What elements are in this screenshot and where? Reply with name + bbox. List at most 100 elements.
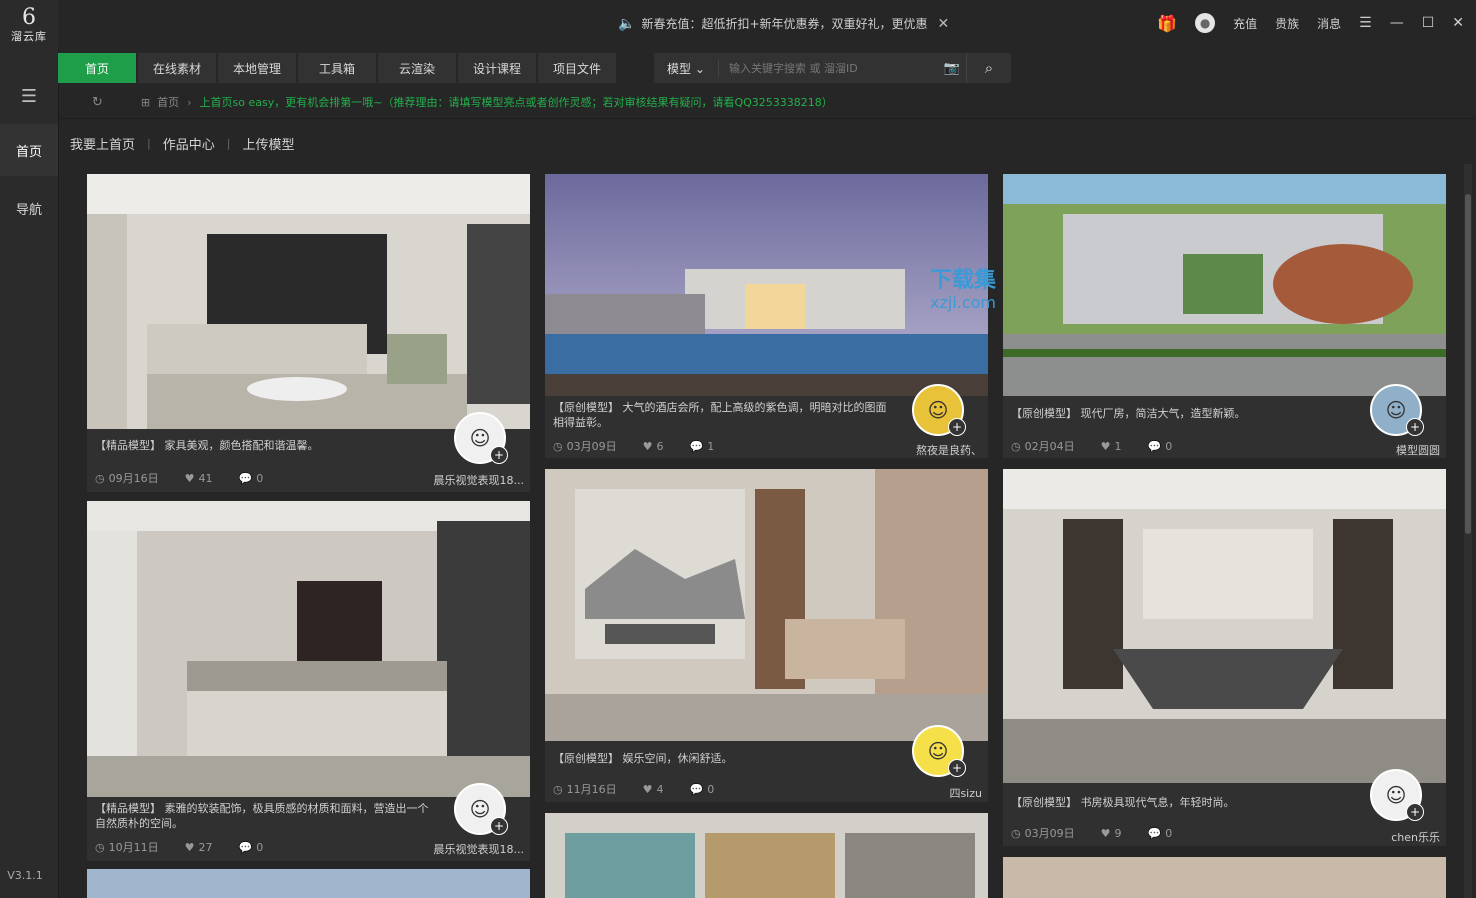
tab-cloud-render[interactable]: 云渲染 xyxy=(378,53,456,83)
speaker-icon: 🔈 xyxy=(618,15,636,32)
card-meta: ◷ 11月16日 ♥ 4 💬 0 xyxy=(553,781,714,797)
breadcrumb-home[interactable]: 首页 xyxy=(157,94,179,110)
author-avatar[interactable]: ☺ + xyxy=(912,384,966,436)
author-avatar[interactable]: ☺ + xyxy=(1370,769,1424,821)
sub-nav: 我要上首页 | 作品中心 | 上传模型 xyxy=(70,134,294,153)
model-card[interactable]: 【原创模型】 现代厂房，简洁大气，造型新颖。 ◷ 02月04日 ♥ 1 💬 0 ☺ + … xyxy=(1003,174,1446,458)
scrollbar[interactable] xyxy=(1464,164,1472,898)
clock-icon: ◷ xyxy=(1011,439,1021,453)
subnav-submit-home[interactable]: 我要上首页 xyxy=(70,134,135,153)
message-link[interactable]: 消息 xyxy=(1317,15,1341,32)
clock-icon: ◷ xyxy=(95,471,105,485)
follow-plus-icon[interactable]: + xyxy=(490,446,508,464)
promo-banner[interactable]: 🔈 新春充值：超低折扣+新年优惠券，双重好礼，更优惠 ✕ xyxy=(618,15,949,32)
model-card[interactable] xyxy=(1003,857,1446,898)
tab-project-files[interactable]: 项目文件 xyxy=(538,53,616,83)
heart-icon[interactable]: ♥ xyxy=(1101,440,1111,453)
card-likes: 1 xyxy=(1114,439,1122,453)
card-comments: 0 xyxy=(707,782,715,796)
model-card[interactable] xyxy=(545,813,988,898)
minimize-icon[interactable]: — xyxy=(1390,15,1404,31)
subnav-upload-model[interactable]: 上传模型 xyxy=(242,134,294,153)
subnav-works-center[interactable]: 作品中心 xyxy=(163,134,215,153)
close-icon[interactable]: ✕ xyxy=(938,16,950,32)
comment-icon[interactable]: 💬 xyxy=(238,472,252,485)
clock-icon: ◷ xyxy=(553,782,563,796)
author-avatar[interactable]: ☺ + xyxy=(912,725,966,777)
author-avatar[interactable]: ☺ + xyxy=(454,783,508,835)
tab-home[interactable]: 首页 xyxy=(58,53,136,83)
model-thumbnail[interactable] xyxy=(1003,469,1446,783)
card-desc: 【精品模型】 家具美观，颜色搭配和谐温馨。 xyxy=(95,439,319,452)
follow-plus-icon[interactable]: + xyxy=(1406,418,1424,436)
comment-icon[interactable]: 💬 xyxy=(1147,827,1161,840)
refresh-icon[interactable]: ↻ xyxy=(92,95,103,110)
vip-link[interactable]: 贵族 xyxy=(1275,15,1299,32)
card-date: 09月16日 xyxy=(108,472,159,485)
heart-icon[interactable]: ♥ xyxy=(185,841,195,854)
user-avatar-icon[interactable]: ● xyxy=(1195,13,1216,33)
model-thumbnail[interactable] xyxy=(87,501,530,797)
model-card[interactable]: 【原创模型】 大气的酒店会所，配上高级的紫色调，明暗对比的图面相得益彰。 ◷ 03… xyxy=(545,174,988,458)
watermark-line1: 下载集 xyxy=(930,268,997,293)
model-thumbnail[interactable] xyxy=(1003,174,1446,396)
model-card[interactable]: 【精品模型】 素雅的软装配饰，极具质感的材质和面料，营造出一个自然质朴的空间。 … xyxy=(87,501,530,861)
heart-icon[interactable]: ♥ xyxy=(1101,827,1111,840)
search-input[interactable] xyxy=(719,60,938,76)
window-close-icon[interactable]: ✕ xyxy=(1452,15,1464,31)
main-tabs: 首页 在线素材 本地管理 工具箱 云渲染 设计课程 项目文件 xyxy=(58,53,618,83)
rail-item-home[interactable]: 首页 xyxy=(0,124,58,176)
author-avatar[interactable]: ☺ + xyxy=(454,412,508,464)
heart-icon[interactable]: ♥ xyxy=(643,440,653,453)
author-name[interactable]: 晨乐视觉表现18... xyxy=(414,841,525,857)
author-name[interactable]: 四sizu xyxy=(872,785,982,801)
follow-plus-icon[interactable]: + xyxy=(1406,803,1424,821)
model-card[interactable] xyxy=(87,869,530,898)
scrollbar-thumb[interactable] xyxy=(1465,194,1471,534)
follow-plus-icon[interactable]: + xyxy=(948,418,966,436)
model-thumbnail[interactable] xyxy=(87,869,530,898)
search-type-dropdown[interactable]: 模型 ⌄ xyxy=(654,59,719,77)
clock-icon: ◷ xyxy=(553,439,563,453)
model-thumbnail[interactable] xyxy=(545,813,988,898)
top-bar: 🔈 新春充值：超低折扣+新年优惠券，双重好礼，更优惠 ✕ 🎁 ● 充值 贵族 消… xyxy=(58,0,1476,50)
comment-icon[interactable]: 💬 xyxy=(238,841,252,854)
tab-design-courses[interactable]: 设计课程 xyxy=(458,53,536,83)
model-thumbnail[interactable] xyxy=(87,174,530,429)
comment-icon[interactable]: 💬 xyxy=(1147,440,1161,453)
search-button[interactable]: ⌕ xyxy=(966,53,1011,83)
author-name[interactable]: 模型圆圆 xyxy=(1330,442,1440,458)
card-date: 02月04日 xyxy=(1024,440,1075,453)
model-thumbnail[interactable] xyxy=(545,174,988,396)
author-name[interactable]: 晨乐视觉表现18... xyxy=(414,472,525,488)
heart-icon[interactable]: ♥ xyxy=(185,472,195,485)
card-meta: ◷ 02月04日 ♥ 1 💬 0 xyxy=(1011,438,1172,454)
heart-icon[interactable]: ♥ xyxy=(643,783,653,796)
grid-icon: ⊞ xyxy=(140,95,151,109)
camera-icon[interactable]: 📷 xyxy=(938,61,966,76)
rail-item-nav[interactable]: 导航 xyxy=(0,182,58,234)
model-thumbnail[interactable] xyxy=(1003,857,1446,898)
app-logo[interactable]: 6 溜云库 xyxy=(0,6,58,44)
model-card[interactable]: 【原创模型】 娱乐空间，休闲舒适。 ◷ 11月16日 ♥ 4 💬 0 ☺ + 四sizu xyxy=(545,469,988,802)
follow-plus-icon[interactable]: + xyxy=(490,817,508,835)
menu-toggle-icon[interactable]: ☰ xyxy=(0,80,58,112)
maximize-icon[interactable]: ☐ xyxy=(1422,15,1435,31)
model-thumbnail[interactable] xyxy=(545,469,988,741)
comment-icon[interactable]: 💬 xyxy=(689,440,703,453)
author-avatar[interactable]: ☺ + xyxy=(1370,384,1424,436)
author-name[interactable]: chen乐乐 xyxy=(1330,829,1440,845)
hamburger-menu-icon[interactable]: ☰ xyxy=(1359,15,1372,31)
card-desc: 【原创模型】 娱乐空间，休闲舒适。 xyxy=(553,752,733,765)
tab-toolbox[interactable]: 工具箱 xyxy=(298,53,376,83)
model-card[interactable]: 【原创模型】 书房极具现代气息，年轻时尚。 ◷ 03月09日 ♥ 9 💬 0 ☺ + c… xyxy=(1003,469,1446,846)
author-name[interactable]: 熬夜是良药、 xyxy=(872,442,982,458)
tab-local-manage[interactable]: 本地管理 xyxy=(218,53,296,83)
model-card[interactable]: 【精品模型】 家具美观，颜色搭配和谐温馨。 ◷ 09月16日 ♥ 41 💬 0 ☺ + … xyxy=(87,174,530,492)
follow-plus-icon[interactable]: + xyxy=(948,759,966,777)
gift-icon[interactable]: 🎁 xyxy=(1157,14,1177,33)
recharge-link[interactable]: 充值 xyxy=(1233,15,1257,32)
comment-icon[interactable]: 💬 xyxy=(689,783,703,796)
search-type-label: 模型 xyxy=(667,61,692,76)
tab-online-assets[interactable]: 在线素材 xyxy=(138,53,216,83)
